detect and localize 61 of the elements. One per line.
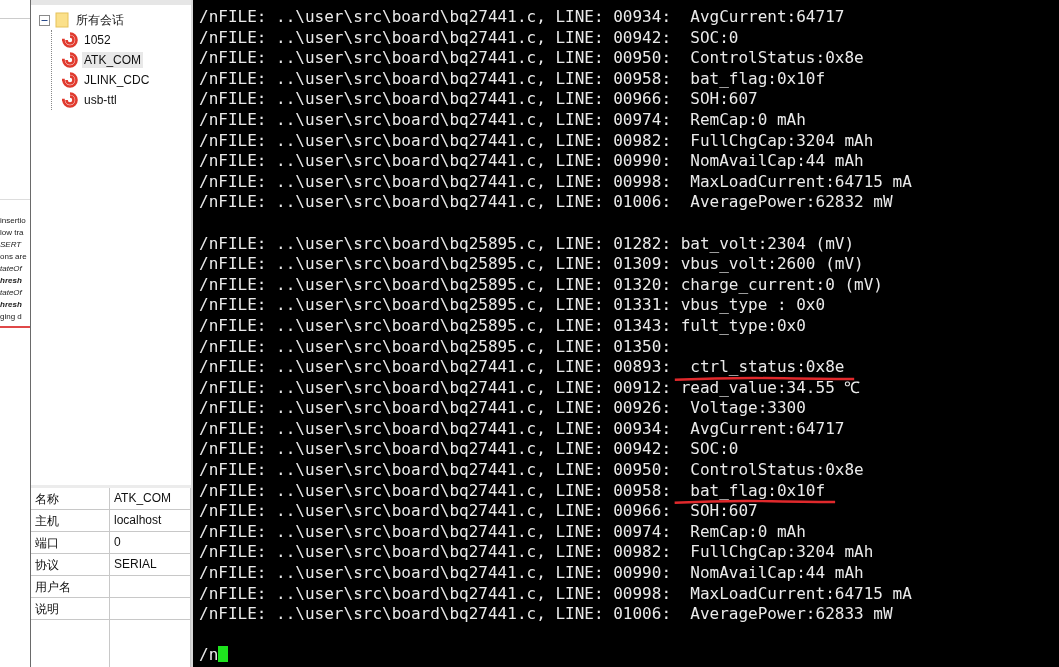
terminal-line: /nFILE: ..\user\src\board\bq27441.c, LINE: 00982: FullChgCap:3204 mAh bbox=[199, 130, 874, 150]
terminal-line: /nFILE: ..\user\src\board\bq27441.c, LINE: 00942: SOC:0 bbox=[199, 439, 739, 459]
session-item[interactable]: usb-ttl bbox=[82, 92, 119, 108]
session-item[interactable]: 1052 bbox=[82, 32, 113, 48]
terminal-line: /nFILE: ..\user\src\board\bq25895.c, LINE: 01309: vbus_volt:2600 (mV) bbox=[199, 254, 864, 274]
document-text: hresh bbox=[0, 300, 23, 310]
text-cursor bbox=[218, 646, 229, 663]
property-name: 用户名 bbox=[35, 580, 71, 594]
document-text: tateOf bbox=[0, 288, 24, 298]
terminal-line: /nFILE: ..\user\src\board\bq27441.c, LINE: 00950: ControlStatus:0x8e bbox=[199, 48, 864, 68]
terminal-line: /nFILE: ..\user\src\board\bq27441.c, LINE: 00958: bat_flag:0x10f bbox=[199, 68, 826, 88]
property-name: 名称 bbox=[35, 492, 59, 506]
terminal-line: /nFILE: ..\user\src\board\bq27441.c, LINE: 00934: AvgCurrent:64717 bbox=[199, 418, 845, 438]
terminal-line: /nFILE: ..\user\src\board\bq27441.c, LINE: 00998: MaxLoadCurrent:64715 mA bbox=[199, 583, 912, 603]
property-value: SERIAL bbox=[114, 557, 157, 571]
terminal-line: /nFILE: ..\user\src\board\bq27441.c, LINE: 00966: SOH:607 bbox=[199, 501, 758, 521]
tree-item[interactable]: 所有会话 bbox=[74, 10, 126, 30]
terminal-line: /nFILE: ..\user\src\board\bq25895.c, LINE: 01343: fult_type:0x0 bbox=[199, 315, 806, 335]
folder-icon bbox=[55, 12, 69, 28]
terminal-line: /nFILE: ..\user\src\board\bq27441.c, LINE: 00974: RemCap:0 mAh bbox=[199, 109, 806, 129]
spiral-icon bbox=[62, 92, 78, 108]
document-text: insertio bbox=[0, 216, 27, 226]
session-item[interactable]: JLINK_CDC bbox=[82, 72, 152, 88]
document-text: SERT bbox=[0, 240, 23, 250]
collapse-icon[interactable] bbox=[39, 14, 50, 26]
document-text: low tra bbox=[0, 228, 25, 238]
session-item[interactable]: ATK_COM bbox=[82, 52, 144, 68]
property-value: localhost bbox=[114, 513, 162, 527]
document-text: hresh bbox=[0, 276, 23, 286]
property-name: 协议 bbox=[35, 558, 59, 572]
document-text: tateOf bbox=[0, 264, 24, 274]
terminal-line: /nFILE: ..\user\src\board\bq27441.c, LINE: 01006: AveragePower:62833 mW bbox=[199, 604, 893, 624]
prompt-text: /n bbox=[199, 645, 219, 665]
terminal-line: /nFILE: ..\user\src\board\bq25895.c, LINE: 01331: vbus_type : 0x0 bbox=[199, 295, 826, 315]
terminal-line: /nFILE: ..\user\src\board\bq25895.c, LINE: 01320: charge_current:0 (mV) bbox=[199, 274, 883, 294]
property-value: 0 bbox=[114, 535, 121, 549]
document-text: ging d bbox=[0, 312, 23, 322]
terminal-line: /nFILE: ..\user\src\board\bq27441.c, LINE: 00912: read_value:34.55 ℃ bbox=[199, 377, 861, 397]
property-name: 主机 bbox=[35, 514, 59, 528]
terminal-line: /nFILE: ..\user\src\board\bq27441.c, LINE: 00958: bat_flag:0x10f bbox=[199, 480, 826, 500]
terminal-line: /nFILE: ..\user\src\board\bq27441.c, LINE: 00942: SOC:0 bbox=[199, 27, 739, 47]
terminal-line: /nFILE: ..\user\src\board\bq27441.c, LINE: 00998: MaxLoadCurrent:64715 mA bbox=[199, 171, 912, 191]
terminal-line: /nFILE: ..\user\src\board\bq27441.c, LINE: 00950: ControlStatus:0x8e bbox=[199, 460, 864, 480]
property-name: 端口 bbox=[35, 536, 59, 550]
terminal-line: /nFILE: ..\user\src\board\bq27441.c, LINE: 00982: FullChgCap:3204 mAh bbox=[199, 542, 874, 562]
terminal-line: /nFILE: ..\user\src\board\bq27441.c, LINE: 00893: ctrl_status:0x8e bbox=[199, 357, 845, 377]
property-name: 说明 bbox=[35, 602, 59, 616]
terminal-line: /nFILE: ..\user\src\board\bq25895.c, LINE: 01282: bat_volt:2304 (mV) bbox=[199, 233, 855, 253]
property-value: ATK_COM bbox=[114, 491, 172, 505]
terminal-line: /nFILE: ..\user\src\board\bq27441.c, LINE: 00966: SOH:607 bbox=[199, 89, 758, 109]
document-text: ons are bbox=[0, 252, 28, 262]
terminal-line: /nFILE: ..\user\src\board\bq27441.c, LINE: 00990: NomAvailCap:44 mAh bbox=[199, 563, 864, 583]
spiral-icon bbox=[62, 72, 78, 88]
terminal-line: /nFILE: ..\user\src\board\bq27441.c, LINE: 00974: RemCap:0 mAh bbox=[199, 521, 806, 541]
terminal-line: /nFILE: ..\user\src\board\bq27441.c, LINE: 00926: Voltage:3300 bbox=[199, 398, 806, 418]
spiral-icon bbox=[62, 32, 78, 48]
terminal-line: /nFILE: ..\user\src\board\bq27441.c, LINE: 00990: NomAvailCap:44 mAh bbox=[199, 151, 864, 171]
terminal-line: /nFILE: ..\user\src\board\bq25895.c, LINE: 01350: bbox=[199, 336, 671, 356]
spiral-icon bbox=[62, 52, 78, 68]
terminal-line: /nFILE: ..\user\src\board\bq27441.c, LINE: 00934: AvgCurrent:64717 bbox=[199, 7, 845, 26]
terminal-line: /nFILE: ..\user\src\board\bq27441.c, LINE: 01006: AveragePower:62832 mW bbox=[199, 192, 893, 212]
